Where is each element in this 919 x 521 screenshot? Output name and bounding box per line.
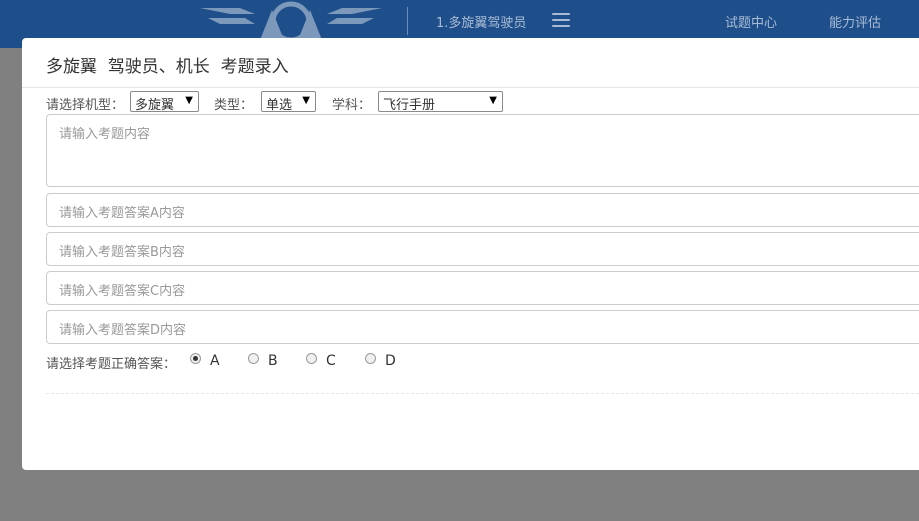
answer-c-input[interactable]: 请输入考题答案C内容 xyxy=(46,271,919,305)
nav-link-ability-assessment[interactable]: 能力评估 xyxy=(829,12,881,31)
radio-label-d: D xyxy=(385,353,396,369)
subject-label: 学科： xyxy=(332,98,372,113)
correct-answer-label: 请选择考题正确答案： xyxy=(46,357,177,372)
question-type-select[interactable]: 单选 ▼ xyxy=(261,91,316,113)
chevron-down-icon: ▼ xyxy=(185,95,193,106)
correct-answer-row: 请选择考题正确答案： A B C D xyxy=(46,351,746,372)
radio-label-a: A xyxy=(210,353,220,369)
radio-answer-c[interactable] xyxy=(306,353,317,364)
hamburger-menu-icon[interactable] xyxy=(552,13,570,27)
question-entry-modal: 多旋翼 驾驶员、机长 考题录入 请选择机型： 多旋翼 ▼ 类型： 单选 ▼ 学科… xyxy=(22,38,919,470)
radio-answer-b[interactable] xyxy=(248,353,259,364)
question-type-value: 单选 xyxy=(266,98,293,113)
modal-header: 多旋翼 驾驶员、机长 考题录入 xyxy=(22,38,919,88)
filter-row: 请选择机型： 多旋翼 ▼ 类型： 单选 ▼ 学科： 飞行手册 ▼ xyxy=(46,90,919,114)
nav-link-question-center[interactable]: 试题中心 xyxy=(725,12,777,31)
subject-select[interactable]: 飞行手册 ▼ xyxy=(378,91,503,113)
chevron-down-icon: ▼ xyxy=(489,95,497,106)
aircraft-type-value: 多旋翼 xyxy=(135,98,175,113)
radio-answer-d[interactable] xyxy=(365,353,376,364)
chevron-down-icon: ▼ xyxy=(302,95,310,106)
answer-a-input[interactable]: 请输入考题答案A内容 xyxy=(46,193,919,227)
radio-label-c: C xyxy=(326,353,336,369)
nav-separator xyxy=(407,7,408,35)
answer-b-input[interactable]: 请输入考题答案B内容 xyxy=(46,232,919,266)
dashed-divider xyxy=(46,393,919,394)
answer-d-input[interactable]: 请输入考题答案D内容 xyxy=(46,310,919,344)
nav-title[interactable]: 1.多旋翼驾驶员 xyxy=(436,12,526,31)
question-content-textarea[interactable]: 请输入考题内容 xyxy=(46,114,919,187)
aircraft-type-label: 请选择机型： xyxy=(46,98,125,113)
modal-title: 多旋翼 驾驶员、机长 考题录入 xyxy=(46,57,289,77)
radio-label-b: B xyxy=(268,353,278,369)
radio-answer-a[interactable] xyxy=(190,353,201,364)
subject-value: 飞行手册 xyxy=(383,98,436,113)
question-type-label: 类型： xyxy=(214,98,254,113)
aopa-logo xyxy=(200,1,382,40)
aircraft-type-select[interactable]: 多旋翼 ▼ xyxy=(130,91,199,113)
